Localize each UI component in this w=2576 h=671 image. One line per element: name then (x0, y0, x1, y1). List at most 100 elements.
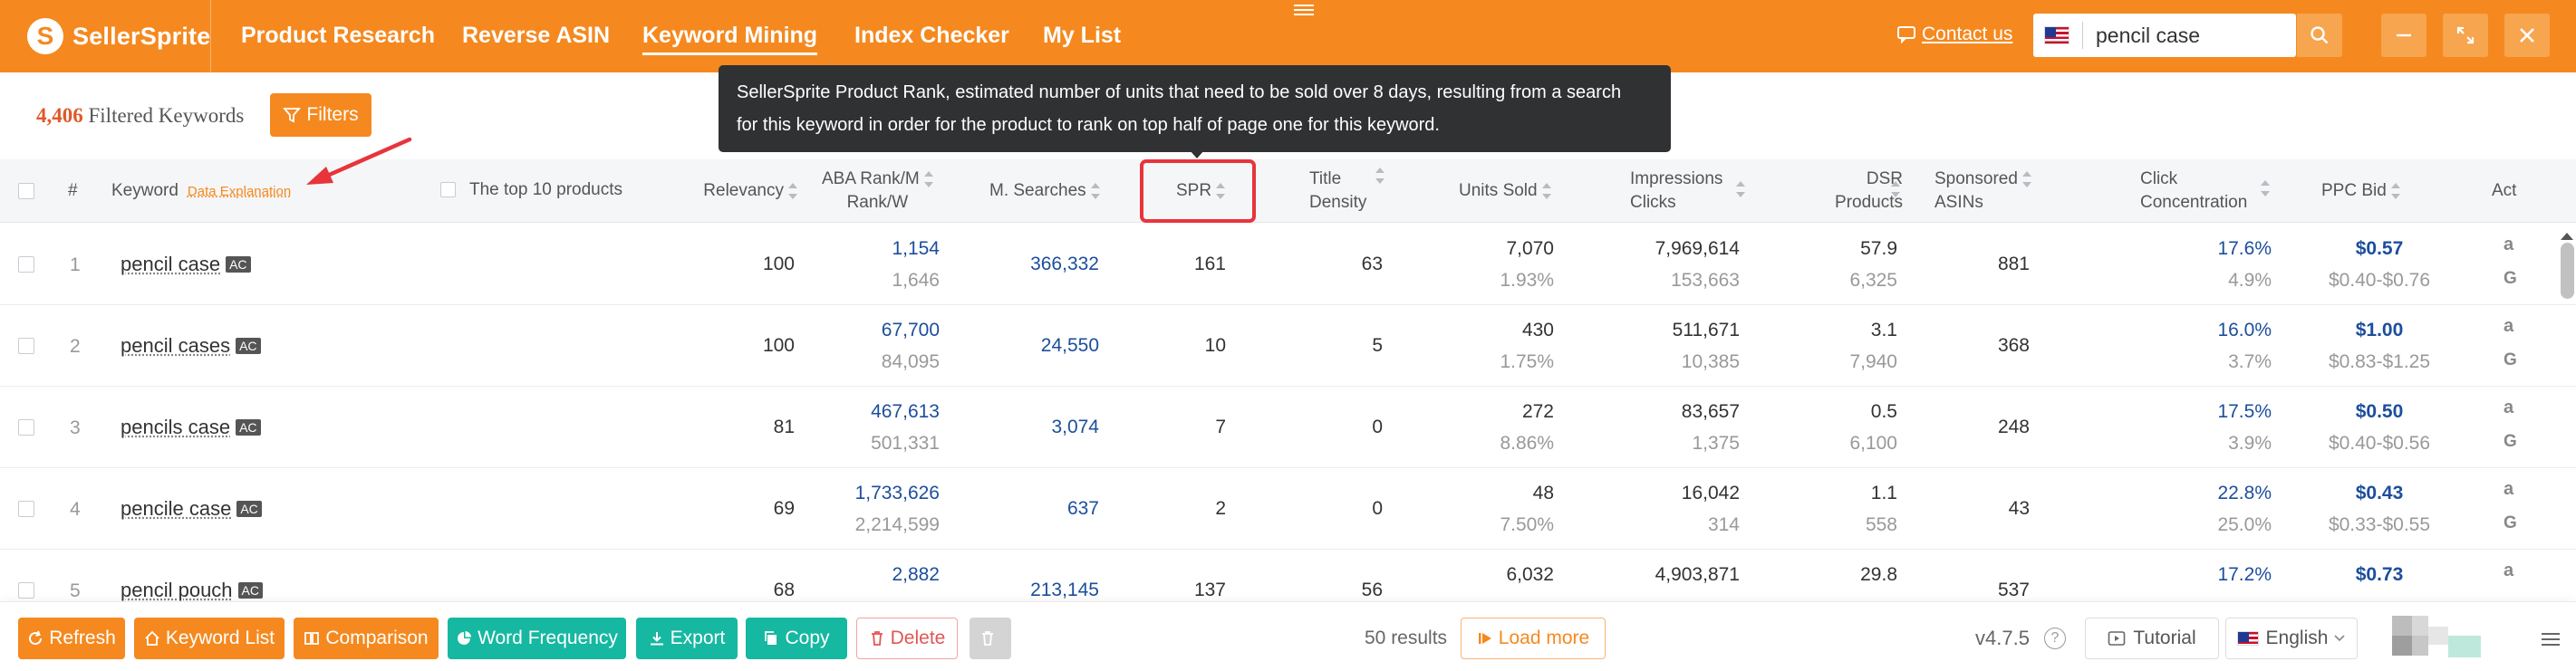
google-icon[interactable]: G (2504, 513, 2517, 533)
scroll-up-arrow-icon[interactable] (2561, 233, 2573, 240)
keyword-link[interactable]: pencil case (121, 253, 220, 275)
search-input[interactable]: pencil case (2096, 24, 2200, 48)
nav-reverse-asin[interactable]: Reverse ASIN (462, 20, 610, 51)
load-more-button[interactable]: Load more (1461, 618, 1606, 659)
monthly-searches[interactable]: 24,550 (979, 335, 1099, 357)
select-all-checkbox[interactable] (18, 183, 34, 199)
sort-icon[interactable] (1736, 181, 1745, 197)
aba-rank-m[interactable]: 467,613 (815, 401, 940, 423)
keyword-cell[interactable]: pencile case AC (121, 497, 262, 521)
click-concentration[interactable]: 17.2% (2156, 564, 2272, 586)
data-explanation-link[interactable]: Data Explanation (188, 184, 291, 199)
sort-icon[interactable] (788, 182, 797, 199)
filters-button[interactable]: Filters (270, 93, 371, 137)
comparison-button[interactable]: Comparison (294, 618, 439, 659)
export-button[interactable]: Export (636, 618, 738, 659)
table-row[interactable]: 2 pencil cases AC 100 67,700 84,095 24,55… (0, 305, 2576, 387)
nav-keyword-mining[interactable]: Keyword Mining (642, 20, 818, 55)
row-checkbox[interactable] (18, 419, 34, 436)
language-selector[interactable]: English (2225, 618, 2358, 659)
monthly-searches[interactable]: 637 (979, 498, 1099, 520)
google-icon[interactable]: G (2504, 432, 2517, 452)
aba-rank-m[interactable]: 1,154 (815, 238, 940, 260)
nav-index-checker[interactable]: Index Checker (854, 20, 1009, 51)
bulk-delete-button[interactable] (970, 618, 1011, 659)
sort-icon[interactable] (1541, 182, 1551, 199)
click-concentration[interactable]: 16.0% (2156, 320, 2272, 341)
keyword-link[interactable]: pencils case (121, 416, 230, 438)
sort-icon[interactable] (2261, 180, 2270, 197)
sort-icon[interactable] (1090, 182, 1100, 199)
table-row[interactable]: 1 pencil case AC 100 1,154 1,646 366,332 … (0, 224, 2576, 305)
top10-checkbox[interactable] (440, 182, 456, 197)
vertical-scrollbar[interactable] (2561, 243, 2574, 299)
menu-icon[interactable] (2542, 629, 2560, 649)
row-checkbox[interactable] (18, 501, 34, 517)
monthly-searches[interactable]: 366,332 (979, 254, 1099, 275)
tutorial-button[interactable]: Tutorial (2085, 618, 2219, 659)
help-icon[interactable]: ? (2044, 628, 2066, 649)
amazon-icon[interactable]: a (2504, 479, 2513, 500)
copy-button[interactable]: Copy (746, 618, 847, 659)
row-checkbox[interactable] (18, 256, 34, 273)
col-msearches[interactable]: M. Searches (989, 179, 1100, 203)
keyword-list-button[interactable]: Keyword List (134, 618, 285, 659)
sort-icon[interactable] (2021, 170, 2031, 187)
col-units-sold[interactable]: Units Sold (1459, 179, 1551, 203)
menu-handle-icon[interactable] (1294, 2, 1314, 16)
col-click-concentration[interactable]: Click Concentration (2140, 168, 2270, 215)
logo[interactable]: S SellerSprite (27, 15, 210, 57)
maximize-button[interactable] (2443, 14, 2488, 57)
close-button[interactable] (2504, 14, 2550, 57)
amazon-icon[interactable]: a (2504, 561, 2513, 581)
col-dsr[interactable]: DSR Products (1794, 168, 1903, 215)
col-title-density[interactable]: Title Density (1309, 168, 1384, 215)
amazon-icon[interactable]: a (2504, 398, 2513, 418)
search-box[interactable]: pencil case (2033, 14, 2296, 57)
google-icon[interactable]: G (2504, 269, 2517, 289)
sort-icon[interactable] (2390, 182, 2400, 199)
click-concentration[interactable]: 17.5% (2156, 401, 2272, 423)
monthly-searches[interactable]: 213,145 (979, 580, 1099, 601)
google-icon[interactable]: G (2504, 350, 2517, 370)
search-button[interactable] (2297, 14, 2342, 57)
nav-my-list[interactable]: My List (1043, 20, 1121, 51)
minimize-button[interactable] (2381, 14, 2426, 57)
sort-icon[interactable] (1375, 168, 1384, 184)
col-ppc-bid[interactable]: PPC Bid (2321, 179, 2400, 203)
us-flag-icon (2236, 631, 2259, 646)
keyword-link[interactable]: pencil cases (121, 334, 230, 357)
table-row[interactable]: 3 pencils case AC 81 467,613 501,331 3,07… (0, 387, 2576, 468)
keyword-cell[interactable]: pencils case AC (121, 416, 261, 439)
contact-us-link[interactable]: Contact us (1896, 24, 2012, 45)
keyword-cell[interactable]: pencil pouch AC (121, 579, 263, 602)
aba-rank-m[interactable]: 1,733,626 (815, 483, 940, 504)
row-checkbox[interactable] (18, 582, 34, 599)
keyword-link[interactable]: pencile case (121, 497, 231, 520)
pie-chart-icon (458, 631, 472, 645)
col-sponsored[interactable]: Sponsored ASINs (1934, 168, 2031, 215)
keyword-cell[interactable]: pencil cases AC (121, 334, 261, 358)
keyword-link[interactable]: pencil pouch (121, 579, 233, 601)
row-checkbox[interactable] (18, 338, 34, 354)
word-frequency-button[interactable]: Word Frequency (448, 618, 626, 659)
sort-icon[interactable] (923, 170, 933, 187)
monthly-searches[interactable]: 3,074 (979, 417, 1099, 438)
click-concentration[interactable]: 17.6% (2156, 238, 2272, 260)
refresh-button[interactable]: Refresh (18, 618, 125, 659)
amazon-icon[interactable]: a (2504, 235, 2513, 255)
nav-product-research[interactable]: Product Research (241, 20, 435, 51)
table-row[interactable]: 4 pencile case AC 69 1,733,626 2,214,599 … (0, 468, 2576, 550)
us-flag-icon[interactable] (2044, 26, 2069, 44)
col-impressions[interactable]: Impressions Clicks (1630, 168, 1745, 215)
col-relevancy[interactable]: Relevancy (689, 179, 797, 203)
delete-button[interactable]: Delete (856, 618, 958, 659)
aba-rank-m[interactable]: 67,700 (815, 320, 940, 341)
click-concentration[interactable]: 22.8% (2156, 483, 2272, 504)
avatar[interactable] (2392, 616, 2501, 661)
aba-rank-m[interactable]: 2,882 (815, 564, 940, 586)
amazon-icon[interactable]: a (2504, 316, 2513, 337)
keyword-cell[interactable]: pencil case AC (121, 253, 251, 276)
sort-icon[interactable] (1891, 181, 1900, 197)
col-aba-rank[interactable]: ABA Rank/M Rank/W (822, 168, 933, 215)
